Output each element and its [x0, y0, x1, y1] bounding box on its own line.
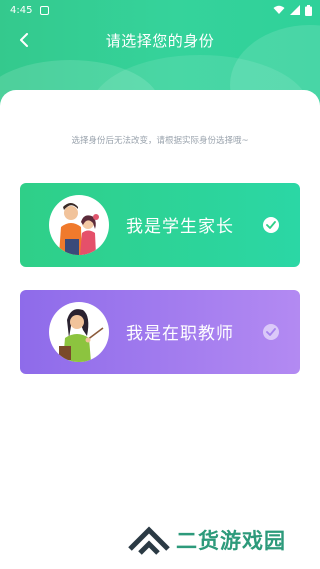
hint-text: 选择身份后无法改变，请根据实际身份选择哦~ — [71, 136, 249, 146]
option-parent-label: 我是学生家长 — [126, 217, 234, 237]
watermark-text: 二货游戏园 — [176, 529, 286, 553]
option-teacher-label: 我是在职教师 — [126, 324, 234, 344]
notification-icon — [40, 5, 50, 15]
chevron-left-icon — [20, 33, 28, 47]
wifi-icon — [273, 5, 285, 14]
back-button[interactable] — [14, 30, 34, 50]
status-time: 4:45 — [10, 4, 33, 16]
page-title: 请选择您的身份 — [105, 31, 215, 50]
status-bar: 4:45 — [0, 0, 320, 20]
option-parent[interactable]: 我是学生家长 — [20, 183, 300, 267]
signal-icon — [290, 5, 300, 15]
watermark: 二货游戏园 — [128, 522, 286, 558]
status-icons — [273, 4, 312, 16]
parent-child-illustration — [59, 203, 99, 255]
checkmark-icon — [266, 328, 276, 336]
parent-avatar — [49, 195, 109, 255]
teacher-illustration — [59, 309, 104, 362]
checkmark-icon — [266, 221, 276, 229]
teacher-avatar — [49, 302, 109, 362]
battery-icon — [305, 4, 312, 16]
option-teacher[interactable]: 我是在职教师 — [20, 290, 300, 374]
top-bar: 请选择您的身份 — [0, 24, 320, 56]
check-circle-icon — [263, 324, 279, 340]
watermark-logo-icon — [128, 526, 170, 555]
check-circle-icon — [263, 217, 279, 233]
